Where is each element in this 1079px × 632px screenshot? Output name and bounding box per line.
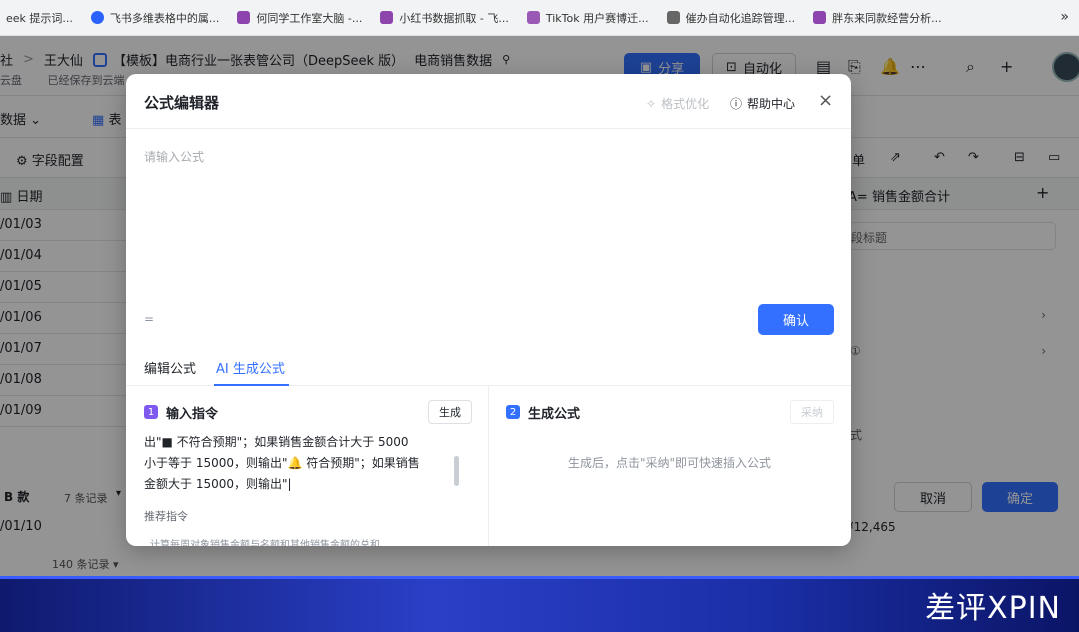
- help-center-button[interactable]: ⓘ 帮助中心: [730, 95, 795, 112]
- equals-indicator: =: [144, 312, 155, 326]
- recommend-item[interactable]: 计算每周对象销售金额与名额和其他销售金额的总和: [150, 536, 380, 546]
- step-1-badge: 1: [144, 405, 158, 419]
- watermark-banner: 差评XPIN: [0, 576, 1079, 632]
- bookmark-1[interactable]: eek 提示词...: [0, 0, 85, 35]
- bookmark-label: 何同学工作室大脑 -...: [256, 11, 363, 25]
- app-icon: [237, 11, 251, 24]
- instruction-line: 出"■ 不符合预期"；如果销售金额合计大于 5000: [144, 435, 409, 449]
- instruction-input[interactable]: 出"■ 不符合预期"；如果销售金额合计大于 5000 小于等于 15000，则输…: [144, 432, 444, 495]
- instruction-line: 金额大于 15000，则输出"|: [144, 477, 292, 491]
- help-label: 帮助中心: [747, 97, 796, 111]
- doc-icon: [666, 11, 680, 24]
- adopt-hint: 生成后，点击"采纳"即可快速插入公式: [567, 456, 772, 470]
- adopt-button[interactable]: 采纳: [790, 400, 834, 424]
- app-icon: [380, 11, 394, 24]
- bird-icon: [90, 11, 104, 24]
- bookmark-5[interactable]: TikTok 用户赛博迁...: [521, 0, 661, 35]
- generate-formula-title: 生成公式: [528, 407, 581, 422]
- active-tab-indicator: [214, 384, 289, 386]
- bookmark-label: 催办自动化追踪管理...: [685, 11, 796, 25]
- input-instruction-title: 输入指令: [166, 407, 219, 422]
- bookmark-3[interactable]: 何同学工作室大脑 -...: [231, 0, 374, 35]
- format-button[interactable]: ✧ 格式优化: [646, 95, 709, 112]
- step-2-badge: 2: [506, 405, 520, 419]
- modal-title: 公式编辑器: [144, 94, 220, 112]
- adopt-label: 采纳: [801, 406, 823, 419]
- app-icon: [526, 11, 540, 24]
- tab-edit-formula[interactable]: 编辑公式: [144, 358, 196, 377]
- bookmarks-more-icon[interactable]: »: [1060, 9, 1069, 25]
- formula-input[interactable]: [144, 148, 834, 248]
- formula-tabs: 编辑公式 AI 生成公式: [126, 346, 851, 386]
- confirm-button[interactable]: 确认: [758, 304, 834, 335]
- wand-icon: ✧: [646, 96, 657, 111]
- instruction-line: 小于等于 15000，则输出"🔔 符合预期"；如果销售: [144, 456, 420, 470]
- tab-ai-formula[interactable]: AI 生成公式: [216, 358, 285, 377]
- app-icon: [813, 11, 827, 24]
- bookmark-7[interactable]: 胖东来同款经营分析...: [807, 0, 954, 35]
- recommend-title: 推荐指令: [144, 510, 188, 523]
- bookmark-label: 飞书多维表格中的属...: [109, 11, 220, 25]
- close-icon[interactable]: ×: [818, 90, 833, 111]
- divider: [126, 128, 851, 129]
- banner-logo-text: 差评XPIN: [925, 591, 1061, 626]
- bookmark-6[interactable]: 催办自动化追踪管理...: [661, 0, 808, 35]
- generate-label: 生成: [439, 406, 461, 419]
- bookmark-label: TikTok 用户赛博迁...: [545, 11, 649, 25]
- generate-button[interactable]: 生成: [428, 400, 472, 424]
- bookmark-4[interactable]: 小红书数据抓取 - 飞...: [374, 0, 520, 35]
- formula-editor-modal: 公式编辑器 ✧格式优化 ⓘ帮助中心 × = 确认 编辑公式 AI 生成公式 1 …: [126, 74, 851, 546]
- confirm-label: 确认: [782, 314, 809, 329]
- bookmark-label: eek 提示词...: [6, 11, 73, 25]
- bookmark-label: 小红书数据抓取 - 飞...: [399, 11, 509, 25]
- instruction-scrollbar[interactable]: [454, 456, 459, 486]
- bookmark-2[interactable]: 飞书多维表格中的属...: [85, 0, 232, 35]
- help-icon: ⓘ: [730, 97, 743, 111]
- format-label: 格式优化: [661, 97, 710, 111]
- bookmarks-bar: eek 提示词... 飞书多维表格中的属... 何同学工作室大脑 -... 小红…: [0, 0, 1079, 36]
- bookmark-label: 胖东来同款经营分析...: [832, 11, 942, 25]
